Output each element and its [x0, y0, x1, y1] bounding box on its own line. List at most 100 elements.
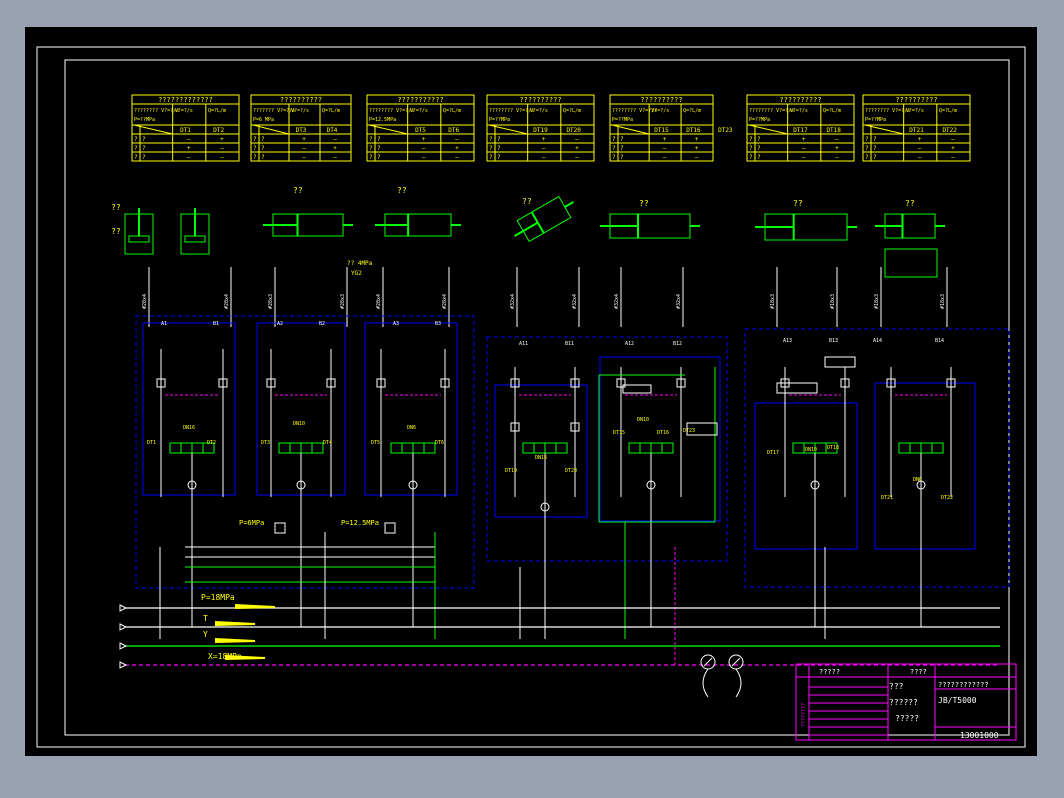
pipe-size-label: #28x3 [268, 294, 274, 309]
actuator-label: ?? [397, 186, 407, 195]
table-pressure: P=??MPa [134, 117, 155, 123]
actuator-label: ?? [905, 199, 915, 208]
table-cell: ? [497, 136, 501, 143]
table-cell: — [835, 154, 839, 161]
table-cell: ? [749, 154, 753, 161]
table-cell: — [695, 154, 699, 161]
table-cond: ??????? V?=?/s [253, 108, 295, 114]
valve-label: DT16 [657, 430, 669, 436]
table-title: ?????????? [519, 96, 561, 104]
table-cond: ???????? V?=?/s [369, 108, 414, 114]
actuator-label: ?? [293, 186, 303, 195]
pipe-line [514, 221, 539, 237]
table-speed: V?=?/s [175, 108, 193, 114]
valve-label: DT17 [767, 450, 779, 456]
table-cell: + [455, 145, 459, 152]
table-cell: — [575, 154, 579, 161]
flow-arrow [225, 655, 265, 660]
table-cell: ? [497, 154, 501, 161]
relief-valve [384, 522, 396, 534]
table-cell: ? [757, 154, 761, 161]
table-cell: ? [377, 136, 381, 143]
port-label: A12 [625, 341, 634, 347]
title-label: ????? [819, 668, 840, 676]
table-cell: ? [253, 154, 257, 161]
valve-subblock [142, 322, 236, 496]
valve-label: DT1 [147, 440, 156, 446]
table-cell: ? [865, 145, 869, 152]
actuator-label: ?? [793, 199, 803, 208]
port-label: B1 [213, 321, 219, 327]
port-label: A1 [161, 321, 167, 327]
valve-label: DT4 [323, 440, 332, 446]
table-cell: ? [253, 136, 257, 143]
table-cell: ? [873, 136, 877, 143]
title-label: ?????? [889, 698, 918, 707]
table-flow: Q=?L/m [939, 108, 957, 114]
table-title: ??????????? [397, 96, 443, 104]
table-cell: — [663, 145, 667, 152]
table-flow: Q=?L/m [443, 108, 461, 114]
title-label: ???????????? [938, 681, 989, 689]
pressure-note: P=12.5MPa [341, 519, 379, 527]
table-flow: Q=?L/m [563, 108, 581, 114]
drawing-number: 13001000 [960, 731, 999, 740]
table-cell: ? [369, 145, 373, 152]
table-col-header: DT23 [718, 127, 733, 134]
pipe-size-label: #28x4 [442, 294, 448, 309]
table-cell: — [542, 145, 546, 152]
valve-label: DT23 [683, 428, 695, 434]
table-cell: ? [134, 145, 138, 152]
table-col-header: DT3 [296, 127, 307, 134]
pipe-size-label: #28x3 [340, 294, 346, 309]
table-flow: Q=?L/m [823, 108, 841, 114]
table-cond: ???????? V?=?/s [134, 108, 179, 114]
table-cell: ? [142, 145, 146, 152]
pipe-size-label: #28x4 [376, 294, 382, 309]
hydraulic-cylinder [124, 208, 154, 255]
valve-subblock [364, 322, 458, 496]
table-cell: + [220, 136, 224, 143]
line-end-arrow [119, 642, 128, 650]
table-cell: ? [142, 136, 146, 143]
table-cell: ? [749, 136, 753, 143]
table-flow: Q=?L/m [683, 108, 701, 114]
side-label: ???????? [801, 703, 807, 727]
line-end-arrow [119, 661, 128, 669]
valve-label: DT20 [565, 468, 577, 474]
table-cell: — [663, 154, 667, 161]
table-col-header: DT18 [826, 127, 841, 134]
valve-subblock [494, 384, 588, 518]
table-col-header: DT4 [327, 127, 338, 134]
hydraulic-cylinder [514, 195, 574, 243]
pipe-size-label: #28x4 [142, 294, 148, 309]
table-pressure: P=??MPa [489, 117, 510, 123]
table-col-header: DT16 [686, 127, 701, 134]
table-cell: — [187, 154, 191, 161]
table-cell: — [302, 154, 306, 161]
table-pressure: P=12.5MPa [369, 117, 396, 123]
valve [622, 384, 652, 394]
manifold-label: DN16 [535, 455, 547, 461]
hydraulic-cylinder [263, 213, 353, 237]
actuator-label: ?? [111, 227, 121, 236]
pipe-size-label: #32x4 [572, 294, 578, 309]
table-cell: ? [865, 136, 869, 143]
valve-label: DT22 [941, 495, 953, 501]
table-cell: — [575, 136, 579, 143]
table-title: ?????????? [280, 96, 322, 104]
table-cell: — [542, 154, 546, 161]
table-cell: — [422, 145, 426, 152]
actuator-label: ?? [639, 199, 649, 208]
table-speed: V?=?/s [651, 108, 669, 114]
hydraulic-schematic: ????????????????????? V?=?/sP=??MPaV?=?/… [36, 46, 1026, 748]
port-label: A3 [393, 321, 399, 327]
table-cell: + [802, 136, 806, 143]
table-cond: ???????? V?=?/s [749, 108, 794, 114]
hydraulic-cylinder [875, 213, 945, 239]
table-pressure: P=??MPa [612, 117, 633, 123]
table-cell: + [835, 145, 839, 152]
main-line-label: Y [203, 630, 208, 639]
table-col-header: DT20 [566, 127, 581, 134]
table-col-header: DT21 [909, 127, 924, 134]
